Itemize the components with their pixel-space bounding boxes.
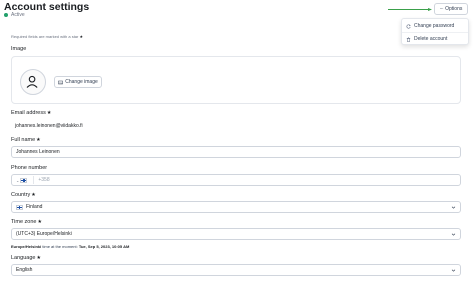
time-zone-value: (UTC+3) Europe/Helsinki [16, 231, 72, 237]
phone-label: Phone number [11, 165, 48, 171]
status-badge: Active [4, 12, 25, 18]
time-zone-label: Time zone★ [11, 219, 42, 225]
menu-item-label: Delete account [414, 36, 448, 42]
more-icon: ··· [439, 6, 444, 12]
options-menu: Change password Delete account [401, 18, 469, 45]
refresh-icon [406, 24, 411, 29]
time-zone-select[interactable]: (UTC+3) Europe/Helsinki [11, 228, 461, 240]
required-hint: Required fields are marked with a star ★ [11, 34, 83, 39]
status-text: Active [11, 12, 25, 18]
pointer-arrow [388, 8, 432, 11]
time-zone-note-text: time at the moment: [42, 244, 78, 249]
language-label: Language★ [11, 255, 41, 261]
email-label: Email address★ [11, 110, 51, 116]
finland-flag-icon [16, 204, 23, 210]
menu-item-delete-account[interactable]: Delete account [406, 36, 447, 42]
status-dot [4, 13, 8, 17]
required-star: ★ [36, 137, 41, 143]
country-select[interactable]: Finland [11, 201, 461, 213]
change-image-button[interactable]: Change image [54, 76, 102, 88]
full-name-label: Full name★ [11, 137, 41, 143]
country-value: Finland [26, 204, 43, 210]
time-zone-note-zone: Europe/Helsinki [11, 244, 42, 249]
country-label-text: Country [11, 192, 31, 198]
chevron-down-icon [451, 206, 456, 209]
required-hint-text: Required fields are marked with a star [11, 34, 79, 39]
language-select[interactable]: English [11, 264, 461, 276]
user-icon [26, 75, 38, 88]
change-image-label: Change image [65, 79, 98, 85]
language-value: English [16, 267, 33, 273]
required-star: ★ [31, 192, 36, 198]
email-label-text: Email address [11, 110, 46, 116]
required-star: ★ [36, 255, 41, 261]
options-button[interactable]: ··· Options [434, 3, 468, 15]
chevron-down-icon [451, 269, 456, 272]
avatar [20, 69, 46, 95]
options-label: Options [445, 6, 463, 12]
time-zone-note: Europe/Helsinki time at the moment: Tue,… [11, 244, 129, 249]
menu-divider [402, 32, 468, 33]
required-star: ★ [37, 219, 42, 225]
language-label-text: Language [11, 255, 36, 261]
email-value: johannes.leinonen@viidakko.fi [15, 123, 83, 129]
menu-item-label: Change password [414, 23, 455, 29]
time-zone-note-time: Tue, Sep 5, 2023, 10:05 AM [78, 244, 130, 249]
image-label: Image [11, 46, 27, 52]
full-name-value: Johannes Leinonen [16, 149, 60, 155]
country-label: Country★ [11, 192, 36, 198]
full-name-label-text: Full name [11, 137, 36, 143]
required-star: ★ [79, 34, 84, 39]
chevron-down-icon: ⌄ [16, 177, 20, 183]
phone-field[interactable]: ⌄ +358 [11, 174, 461, 186]
trash-icon [406, 36, 411, 42]
divider [33, 176, 35, 184]
menu-item-change-password[interactable]: Change password [406, 23, 454, 29]
full-name-field[interactable]: Johannes Leinonen [11, 146, 461, 158]
required-star: ★ [46, 110, 52, 116]
phone-placeholder: +358 [38, 177, 50, 183]
image-card: Change image [11, 56, 461, 104]
chevron-down-icon [451, 233, 456, 236]
time-zone-label-text: Time zone [11, 219, 37, 225]
phone-country-select[interactable]: ⌄ [16, 177, 30, 183]
finland-flag-icon [20, 177, 28, 183]
image-icon [58, 80, 63, 84]
